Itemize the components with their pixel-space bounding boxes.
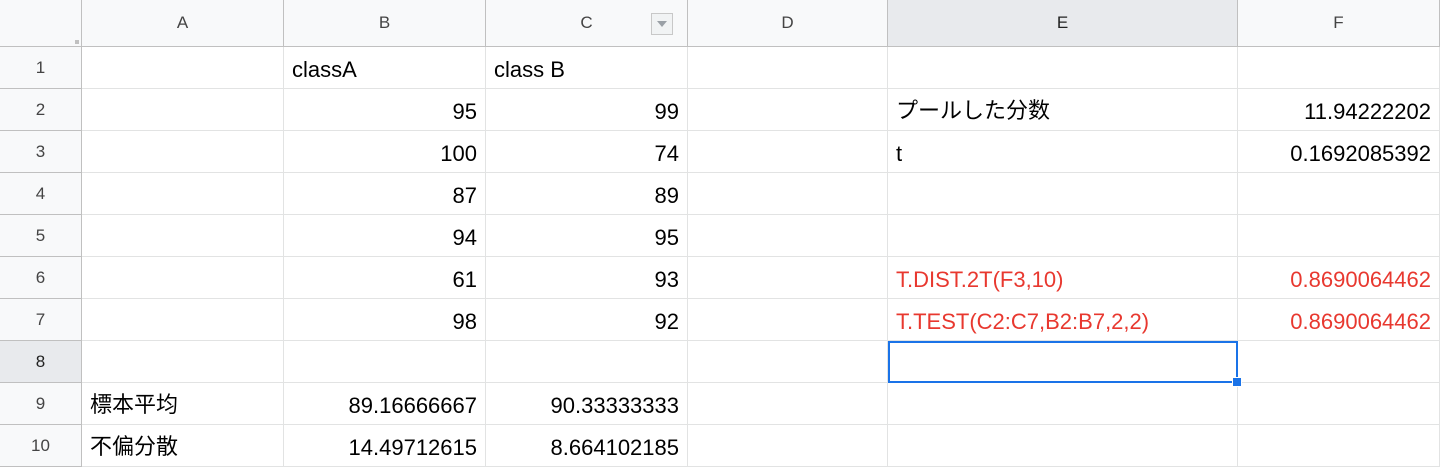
row-header-2[interactable]: 2	[0, 89, 82, 131]
cell-a4[interactable]	[82, 173, 284, 215]
cell-b10[interactable]: 14.49712615	[284, 425, 486, 467]
row-header-1[interactable]: 1	[0, 47, 82, 89]
cell-e9[interactable]	[888, 383, 1238, 425]
column-header-d[interactable]: D	[688, 0, 888, 47]
row-header-8[interactable]: 8	[0, 341, 82, 383]
cell-d3[interactable]	[688, 131, 888, 173]
row-header-6[interactable]: 6	[0, 257, 82, 299]
row-header-5[interactable]: 5	[0, 215, 82, 257]
cell-c5[interactable]: 95	[486, 215, 688, 257]
cell-d2[interactable]	[688, 89, 888, 131]
cell-a1[interactable]	[82, 47, 284, 89]
cell-f8[interactable]	[1238, 341, 1440, 383]
filter-dropdown-button[interactable]	[651, 13, 673, 35]
cell-b1[interactable]: classA	[284, 47, 486, 89]
cell-a2[interactable]	[82, 89, 284, 131]
cell-b5[interactable]: 94	[284, 215, 486, 257]
column-header-b[interactable]: B	[284, 0, 486, 47]
cell-d9[interactable]	[688, 383, 888, 425]
cell-d5[interactable]	[688, 215, 888, 257]
cell-e7[interactable]: T.TEST(C2:C7,B2:B7,2,2)	[888, 299, 1238, 341]
column-header-e[interactable]: E	[888, 0, 1238, 47]
cell-c8[interactable]	[486, 341, 688, 383]
cell-f6[interactable]: 0.8690064462	[1238, 257, 1440, 299]
cell-e10[interactable]	[888, 425, 1238, 467]
cell-d7[interactable]	[688, 299, 888, 341]
cell-b6[interactable]: 61	[284, 257, 486, 299]
cell-a9[interactable]: 標本平均	[82, 383, 284, 425]
cell-c9[interactable]: 90.33333333	[486, 383, 688, 425]
cell-e2[interactable]: プールした分数	[888, 89, 1238, 131]
fill-handle[interactable]	[1232, 377, 1242, 387]
cell-a5[interactable]	[82, 215, 284, 257]
cell-f5[interactable]	[1238, 215, 1440, 257]
cell-b8[interactable]	[284, 341, 486, 383]
cell-e8[interactable]	[888, 341, 1238, 383]
cell-f4[interactable]	[1238, 173, 1440, 215]
cell-b4[interactable]: 87	[284, 173, 486, 215]
cell-f10[interactable]	[1238, 425, 1440, 467]
cell-d6[interactable]	[688, 257, 888, 299]
cell-c7[interactable]: 92	[486, 299, 688, 341]
column-header-f[interactable]: F	[1238, 0, 1440, 47]
select-all-corner[interactable]	[0, 0, 82, 47]
cell-d10[interactable]	[688, 425, 888, 467]
row-header-4[interactable]: 4	[0, 173, 82, 215]
cell-f9[interactable]	[1238, 383, 1440, 425]
cell-d8[interactable]	[688, 341, 888, 383]
cell-d1[interactable]	[688, 47, 888, 89]
row-header-9[interactable]: 9	[0, 383, 82, 425]
cell-b3[interactable]: 100	[284, 131, 486, 173]
row-header-10[interactable]: 10	[0, 425, 82, 467]
cell-e6[interactable]: T.DIST.2T(F3,10)	[888, 257, 1238, 299]
cell-f7[interactable]: 0.8690064462	[1238, 299, 1440, 341]
cell-a7[interactable]	[82, 299, 284, 341]
cell-f2[interactable]: 11.94222202	[1238, 89, 1440, 131]
cell-e5[interactable]	[888, 215, 1238, 257]
cell-e1[interactable]	[888, 47, 1238, 89]
cell-f3[interactable]: 0.1692085392	[1238, 131, 1440, 173]
cell-a10[interactable]: 不偏分散	[82, 425, 284, 467]
cell-c4[interactable]: 89	[486, 173, 688, 215]
cell-c10[interactable]: 8.664102185	[486, 425, 688, 467]
cell-b9[interactable]: 89.16666667	[284, 383, 486, 425]
cell-a6[interactable]	[82, 257, 284, 299]
row-header-7[interactable]: 7	[0, 299, 82, 341]
cell-c2[interactable]: 99	[486, 89, 688, 131]
cell-b7[interactable]: 98	[284, 299, 486, 341]
cell-a8[interactable]	[82, 341, 284, 383]
cell-e4[interactable]	[888, 173, 1238, 215]
triangle-down-icon	[657, 21, 667, 27]
cell-c3[interactable]: 74	[486, 131, 688, 173]
column-header-a[interactable]: A	[82, 0, 284, 47]
cell-b2[interactable]: 95	[284, 89, 486, 131]
cell-c1[interactable]: class B	[486, 47, 688, 89]
cell-f1[interactable]	[1238, 47, 1440, 89]
cell-c6[interactable]: 93	[486, 257, 688, 299]
cell-d4[interactable]	[688, 173, 888, 215]
cell-a3[interactable]	[82, 131, 284, 173]
spreadsheet-grid: ABCDEF 1 2 3 4 5 6 7 8 9 10 classA class B 95 99 プールし…	[0, 0, 1440, 470]
row-header-3[interactable]: 3	[0, 131, 82, 173]
cell-e3[interactable]: t	[888, 131, 1238, 173]
